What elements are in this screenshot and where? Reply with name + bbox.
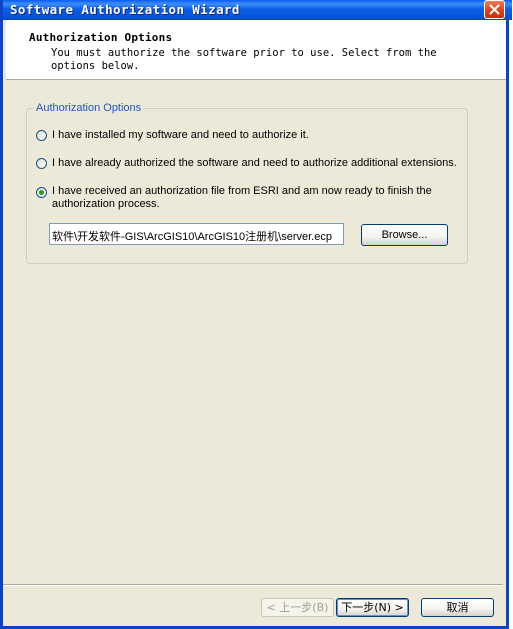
header-title: Authorization Options [29, 31, 173, 44]
window-title: Software Authorization Wizard [10, 2, 240, 17]
title-bar[interactable]: Software Authorization Wizard [3, 0, 512, 20]
radio-option-extensions[interactable] [36, 158, 47, 169]
browse-button[interactable]: Browse... [361, 224, 448, 246]
radio-option-extensions-label[interactable]: I have already authorized the software a… [52, 157, 457, 170]
radio-option-install[interactable] [36, 130, 47, 141]
radio-selected-dot [39, 190, 44, 195]
close-button[interactable] [484, 0, 505, 19]
next-button[interactable]: 下一步(N) > [336, 598, 409, 617]
header-description: You must authorize the software prior to… [51, 47, 437, 72]
cancel-button[interactable]: 取消 [421, 598, 494, 617]
footer-separator [3, 584, 503, 586]
close-icon [489, 4, 500, 15]
wizard-header: Authorization Options You must authorize… [6, 20, 506, 80]
radio-option-file[interactable] [36, 187, 47, 198]
back-button[interactable]: < 上一步(B) [261, 598, 334, 617]
wizard-window: Software Authorization Wizard Authorizat… [0, 0, 512, 629]
radio-option-install-label[interactable]: I have installed my software and need to… [52, 129, 309, 142]
authorization-file-path-field[interactable]: 软件\开发软件-GIS\ArcGIS10\ArcGIS10注册机\server.… [49, 223, 344, 245]
radio-option-file-label[interactable]: I have received an authorization file fr… [52, 185, 432, 211]
group-label: Authorization Options [34, 102, 144, 114]
